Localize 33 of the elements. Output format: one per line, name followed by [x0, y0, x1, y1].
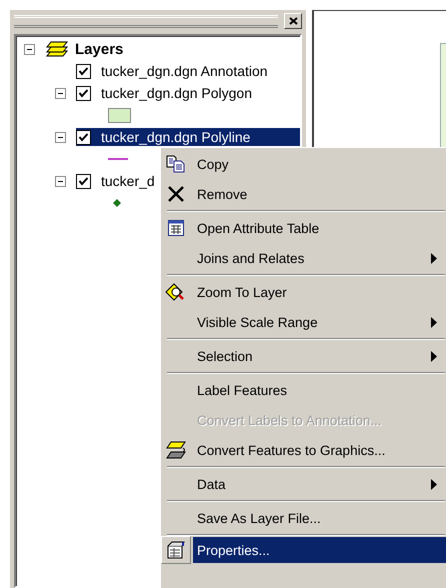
layer-name[interactable]: tucker_d	[101, 173, 155, 189]
menu-item[interactable]: Copy	[193, 149, 446, 179]
collapse-toggle[interactable]	[24, 44, 35, 54]
collapse-toggle[interactable]	[55, 88, 66, 98]
layer-checkbox[interactable]	[76, 86, 91, 100]
menu-item[interactable]: Label Features	[193, 375, 446, 405]
layer-name[interactable]: tucker_dgn.dgn Annotation	[101, 63, 268, 79]
layer-checkbox[interactable]	[76, 174, 91, 188]
layers-heading[interactable]: Layers	[75, 40, 124, 58]
layer-checkbox[interactable]	[76, 64, 91, 78]
menu-item[interactable]: Joins and Relates	[193, 243, 446, 273]
properties-icon	[166, 541, 186, 559]
menu-item[interactable]: Convert Features to Graphics...	[193, 435, 446, 465]
menu-item[interactable]: Data	[193, 469, 446, 499]
layer-checkbox[interactable]	[76, 130, 91, 144]
menu-item[interactable]: Save As Layer File...	[193, 503, 446, 533]
copy-icon	[166, 155, 186, 173]
menu-item[interactable]: Properties...	[193, 537, 446, 563]
menu-item[interactable]: Selection	[193, 341, 446, 371]
convert-graphics-icon	[165, 440, 187, 460]
collapse-toggle[interactable]	[55, 132, 66, 142]
layer-name[interactable]: tucker_dgn.dgn Polygon	[101, 85, 252, 101]
remove-icon	[167, 185, 185, 203]
close-icon	[288, 17, 298, 25]
table-icon	[168, 220, 184, 236]
panel-grip[interactable]	[14, 14, 278, 28]
collapse-toggle[interactable]	[55, 176, 66, 186]
menu-item[interactable]: Remove	[193, 179, 446, 209]
menu-item[interactable]: Zoom To Layer	[193, 277, 446, 307]
close-button[interactable]	[284, 13, 302, 29]
menu-item[interactable]: Open Attribute Table	[193, 213, 446, 243]
layers-icon	[45, 40, 69, 58]
menu-item[interactable]: Visible Scale Range	[193, 307, 446, 337]
